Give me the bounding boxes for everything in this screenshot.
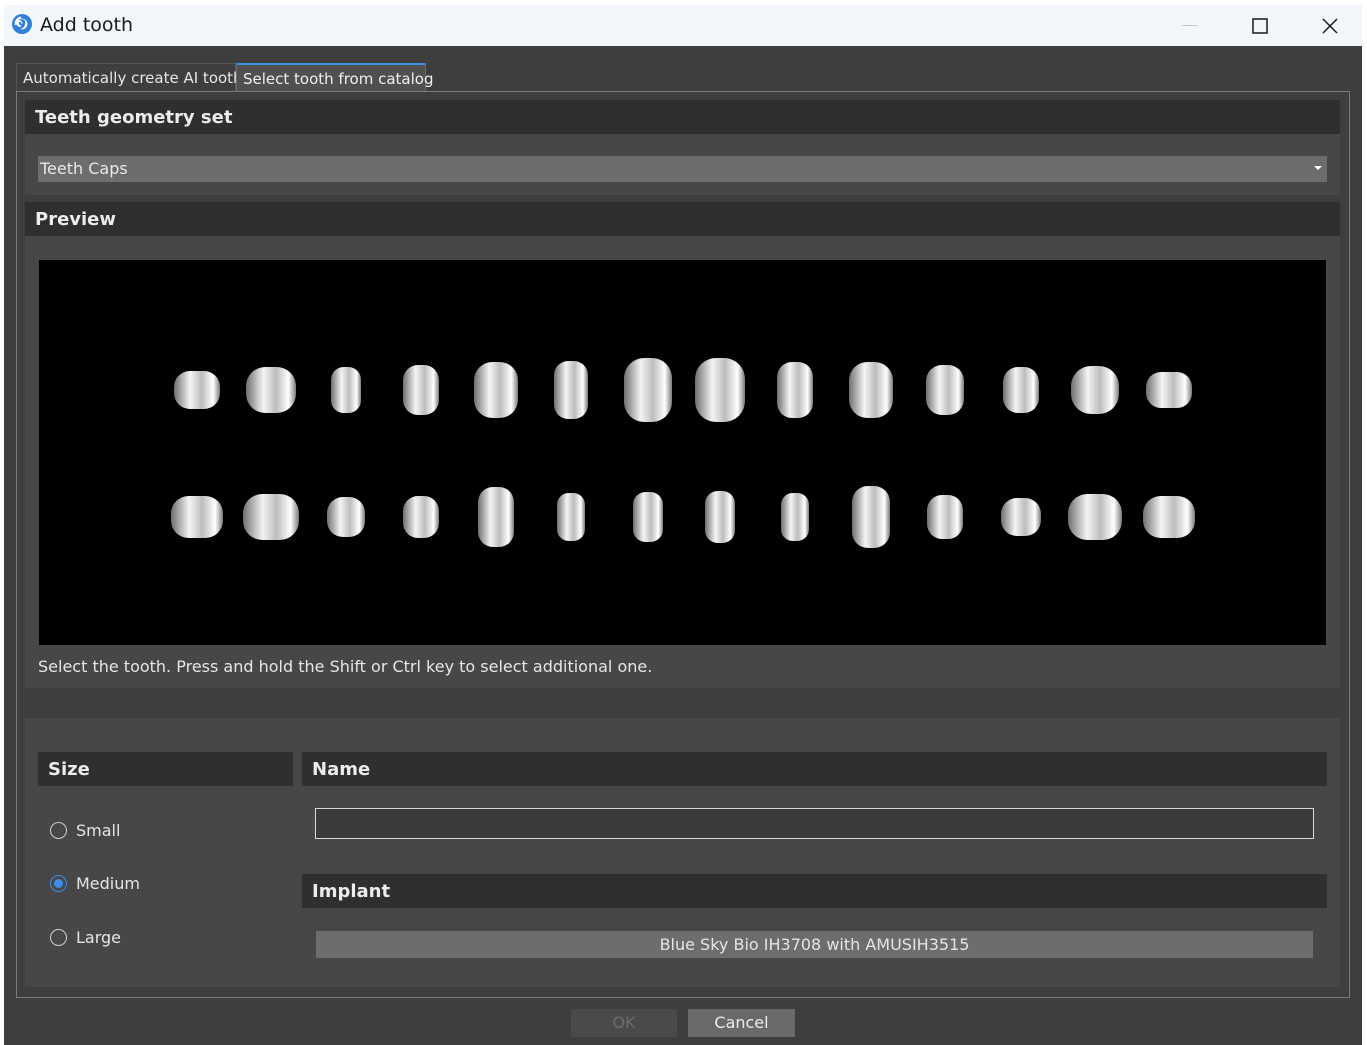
lower-tooth-9[interactable] [781, 493, 809, 541]
lower-tooth-4[interactable] [403, 496, 439, 538]
upper-tooth-13[interactable] [1071, 366, 1119, 414]
name-header: Name [302, 752, 1327, 786]
upper-tooth-3[interactable] [331, 367, 361, 413]
title-bar: Add tooth [4, 5, 1362, 46]
ok-button[interactable]: OK [571, 1009, 677, 1037]
size-header: Size [38, 752, 293, 786]
lower-tooth-13[interactable] [1068, 494, 1122, 540]
geometry-set-value: Teeth Caps [40, 159, 128, 178]
cancel-button[interactable]: Cancel [688, 1009, 795, 1037]
upper-tooth-10[interactable] [849, 362, 893, 418]
upper-tooth-12[interactable] [1003, 367, 1039, 413]
lower-tooth-2[interactable] [243, 494, 299, 540]
teeth-preview [171, 358, 1195, 548]
size-medium-radio[interactable]: Medium [50, 874, 140, 893]
lower-tooth-6[interactable] [557, 493, 585, 541]
add-tooth-dialog: Add tooth Automatically create AI tooth … [4, 5, 1362, 1045]
maximize-button[interactable] [1225, 5, 1295, 46]
minimize-icon [1182, 24, 1198, 26]
upper-tooth-8[interactable] [695, 358, 745, 422]
size-large-radio[interactable]: Large [50, 928, 121, 947]
upper-tooth-6[interactable] [554, 361, 588, 419]
teeth-preview-canvas[interactable] [39, 260, 1326, 645]
radio-small[interactable] [50, 822, 67, 839]
close-button[interactable] [1295, 5, 1365, 46]
minimize-button[interactable] [1155, 5, 1225, 46]
upper-tooth-14[interactable] [1146, 372, 1192, 408]
lower-tooth-12[interactable] [1001, 498, 1041, 536]
implant-header: Implant [302, 874, 1327, 908]
size-small-radio[interactable]: Small [50, 821, 120, 840]
tab-ai-tooth[interactable]: Automatically create AI tooth [16, 63, 243, 91]
name-input[interactable] [315, 808, 1314, 839]
maximize-icon [1252, 17, 1268, 34]
geometry-header: Teeth geometry set [25, 100, 1340, 134]
upper-tooth-11[interactable] [926, 365, 964, 415]
lower-tooth-8[interactable] [705, 491, 735, 543]
close-icon [1322, 17, 1338, 34]
upper-tooth-5[interactable] [474, 362, 518, 418]
upper-tooth-9[interactable] [777, 362, 813, 418]
app-swirl-icon [11, 13, 33, 35]
lower-tooth-7[interactable] [633, 492, 663, 542]
radio-large[interactable] [50, 929, 67, 946]
window-title: Add tooth [40, 14, 134, 36]
selection-hint: Select the tooth. Press and hold the Shi… [38, 657, 653, 676]
size-small-label: Small [76, 821, 121, 840]
upper-tooth-4[interactable] [403, 365, 439, 415]
geometry-set-dropdown[interactable]: Teeth Caps [38, 156, 1327, 182]
lower-tooth-3[interactable] [327, 497, 365, 537]
lower-tooth-1[interactable] [171, 496, 223, 538]
tab-catalog[interactable]: Select tooth from catalog [236, 63, 434, 91]
size-large-label: Large [76, 928, 122, 947]
preview-header: Preview [25, 202, 1340, 236]
lower-tooth-5[interactable] [478, 487, 514, 547]
size-medium-label: Medium [76, 874, 140, 893]
lower-tooth-10[interactable] [852, 486, 890, 548]
lower-tooth-11[interactable] [927, 495, 963, 539]
upper-tooth-2[interactable] [246, 367, 296, 413]
upper-tooth-7[interactable] [624, 358, 672, 422]
chevron-down-icon [1314, 166, 1322, 170]
implant-selector-button[interactable]: Blue Sky Bio IH3708 with AMUSIH3515 [316, 931, 1313, 958]
upper-tooth-1[interactable] [174, 371, 220, 409]
lower-tooth-14[interactable] [1143, 496, 1195, 538]
radio-medium[interactable] [50, 875, 67, 892]
